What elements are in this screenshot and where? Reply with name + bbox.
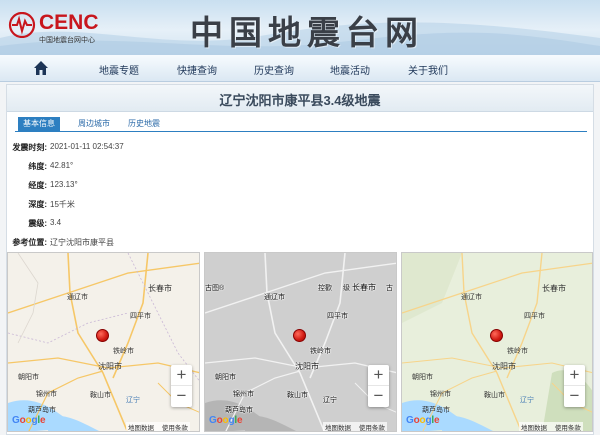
nav-item-about-us[interactable]: 关于我们 <box>408 62 448 77</box>
map-label-siping: 四平市 <box>327 313 348 320</box>
map-label-shenyang: 沈阳市 <box>295 362 319 371</box>
map-label-tieling: 铁岭市 <box>507 348 528 355</box>
tab-nearby-cities[interactable]: 周边城市 <box>73 117 115 131</box>
google-logo-letter: G <box>12 415 20 426</box>
map-label-siping: 四平市 <box>130 313 151 320</box>
map-label-huludao: 葫芦岛市 <box>422 407 450 414</box>
map-data-link[interactable]: 地图数据 <box>521 425 547 431</box>
tab-basic-info[interactable]: 基本信息 <box>18 117 60 131</box>
nav-item-history-query[interactable]: 历史查询 <box>254 62 294 77</box>
map-label-tieling: 铁岭市 <box>310 348 331 355</box>
map-label-edge-left: 古图® <box>205 285 225 292</box>
map-label-jinzhou: 锦州市 <box>430 391 451 398</box>
map-attribution: 地图数据 使用条款 <box>519 422 583 431</box>
map-label-shenyang: 沈阳市 <box>492 362 516 371</box>
terms-of-use-link[interactable]: 使用条款 <box>162 425 188 431</box>
map-label-changchun: 长春市 <box>352 283 376 292</box>
map-grayscale[interactable]: 古图® 控歡 级 长春市 古 通辽市 四平市 铁岭市 沈阳市 朝阳市 锦州市 鞍… <box>204 252 397 432</box>
google-logo-letter: G <box>209 415 217 426</box>
field-value: 辽宁沈阳市康平县 <box>50 238 114 247</box>
map-label-tongliao: 通辽市 <box>461 294 482 301</box>
field-value: 3.4 <box>50 218 62 227</box>
google-logo[interactable]: Google <box>406 415 440 426</box>
cenc-logo-mark-icon <box>8 12 36 38</box>
epicenter-marker[interactable] <box>96 329 109 342</box>
epicenter-marker[interactable] <box>293 329 306 342</box>
nav-item-quick-query[interactable]: 快捷查询 <box>177 62 217 77</box>
google-logo-letter: e <box>433 415 440 426</box>
field-value: 123.13° <box>50 180 78 189</box>
cenc-logo[interactable]: CENC 中国地震台网中心 <box>8 10 128 46</box>
zoom-control: + − <box>171 365 192 407</box>
map-attribution: 地图数据 使用条款 <box>126 422 190 431</box>
map-label-huludao: 葫芦岛市 <box>225 407 253 414</box>
map-label-changchun: 长春市 <box>148 284 172 293</box>
google-logo[interactable]: Google <box>12 415 46 426</box>
map-label-tongliao: 通辽市 <box>264 294 285 301</box>
site-title: 中国地震台网 <box>190 13 424 52</box>
map-label-liaoning: 辽宁 <box>126 397 140 404</box>
zoom-in-button[interactable]: + <box>171 365 192 386</box>
epicenter-marker[interactable] <box>490 329 503 342</box>
field-value: 2021-01-11 02:54:37 <box>50 142 124 151</box>
google-logo[interactable]: Google <box>209 415 243 426</box>
map-label-chaoyang: 朝阳市 <box>18 374 39 381</box>
map-label-anshan: 鞍山市 <box>484 392 505 399</box>
field-value: 42.81° <box>50 161 74 170</box>
field-label: 发震时刻: <box>12 143 47 152</box>
map-label-chaoyang: 朝阳市 <box>412 374 433 381</box>
map-roadmap[interactable]: 长春市 通辽市 四平市 铁岭市 沈阳市 朝阳市 锦州市 鞍山市 葫芦岛市 辽宁 … <box>7 252 200 432</box>
map-attribution: 地图数据 使用条款 <box>323 422 387 431</box>
map-label-jinzhou: 锦州市 <box>233 391 254 398</box>
map-label-huludao: 葫芦岛市 <box>28 407 56 414</box>
map-label-liaoning: 辽宁 <box>520 397 534 404</box>
map-data-link[interactable]: 地图数据 <box>128 425 154 431</box>
zoom-out-button[interactable]: − <box>368 386 389 407</box>
google-logo-letter: e <box>236 415 243 426</box>
site-banner: CENC 中国地震台网中心 中国地震台网 <box>0 0 600 55</box>
nav-item-seismic-activity[interactable]: 地震活动 <box>330 62 370 77</box>
zoom-control: + − <box>368 365 389 407</box>
map-terrain[interactable]: 长春市 通辽市 四平市 铁岭市 沈阳市 朝阳市 锦州市 鞍山市 葫芦岛市 辽宁 … <box>401 252 593 432</box>
logo-subtitle: 中国地震台网中心 <box>39 37 95 44</box>
earthquake-detail-card: 辽宁沈阳市康平县3.4级地震 基本信息 周边城市 历史地震 发震时刻: 2021… <box>6 84 594 435</box>
map-label-edge-mid: 控歡 <box>318 285 332 292</box>
terms-of-use-link[interactable]: 使用条款 <box>359 425 385 431</box>
map-label-anshan: 鞍山市 <box>287 392 308 399</box>
event-title-bar: 辽宁沈阳市康平县3.4级地震 <box>7 85 593 112</box>
map-label-jinzhou: 锦州市 <box>36 391 57 398</box>
map-label-changchun: 长春市 <box>542 284 566 293</box>
map-label-liaoning: 辽宁 <box>323 397 337 404</box>
terms-of-use-link[interactable]: 使用条款 <box>555 425 581 431</box>
zoom-in-button[interactable]: + <box>368 365 389 386</box>
google-logo-letter: G <box>406 415 414 426</box>
map-label-edge-right: 古 <box>386 285 393 292</box>
map-label-anshan: 鞍山市 <box>90 392 111 399</box>
field-label: 经度: <box>28 181 47 190</box>
map-label-siping: 四平市 <box>524 313 545 320</box>
field-label: 深度: <box>28 200 47 209</box>
main-nav: 地震专题 快捷查询 历史查询 地震活动 关于我们 <box>0 55 600 82</box>
event-title: 辽宁沈阳市康平县3.4级地震 <box>219 93 381 108</box>
field-label: 纬度: <box>28 162 47 171</box>
map-label-edge-mid2: 级 <box>343 285 350 292</box>
map-label-tongliao: 通辽市 <box>67 294 88 301</box>
field-label: 震级: <box>28 219 47 228</box>
map-label-chaoyang: 朝阳市 <box>215 374 236 381</box>
field-value: 15千米 <box>50 200 75 209</box>
field-label: 参考位置: <box>12 238 47 247</box>
google-logo-letter: e <box>39 415 46 426</box>
tab-history-quakes[interactable]: 历史地震 <box>123 117 165 131</box>
home-icon[interactable] <box>33 60 49 76</box>
zoom-in-button[interactable]: + <box>564 365 585 386</box>
zoom-control: + − <box>564 365 585 407</box>
zoom-out-button[interactable]: − <box>171 386 192 407</box>
zoom-out-button[interactable]: − <box>564 386 585 407</box>
nav-item-topics[interactable]: 地震专题 <box>99 62 139 77</box>
map-label-tieling: 铁岭市 <box>113 348 134 355</box>
tab-underline <box>15 131 587 132</box>
map-data-link[interactable]: 地图数据 <box>325 425 351 431</box>
logo-brand-text: CENC <box>39 11 99 34</box>
map-label-shenyang: 沈阳市 <box>98 362 122 371</box>
